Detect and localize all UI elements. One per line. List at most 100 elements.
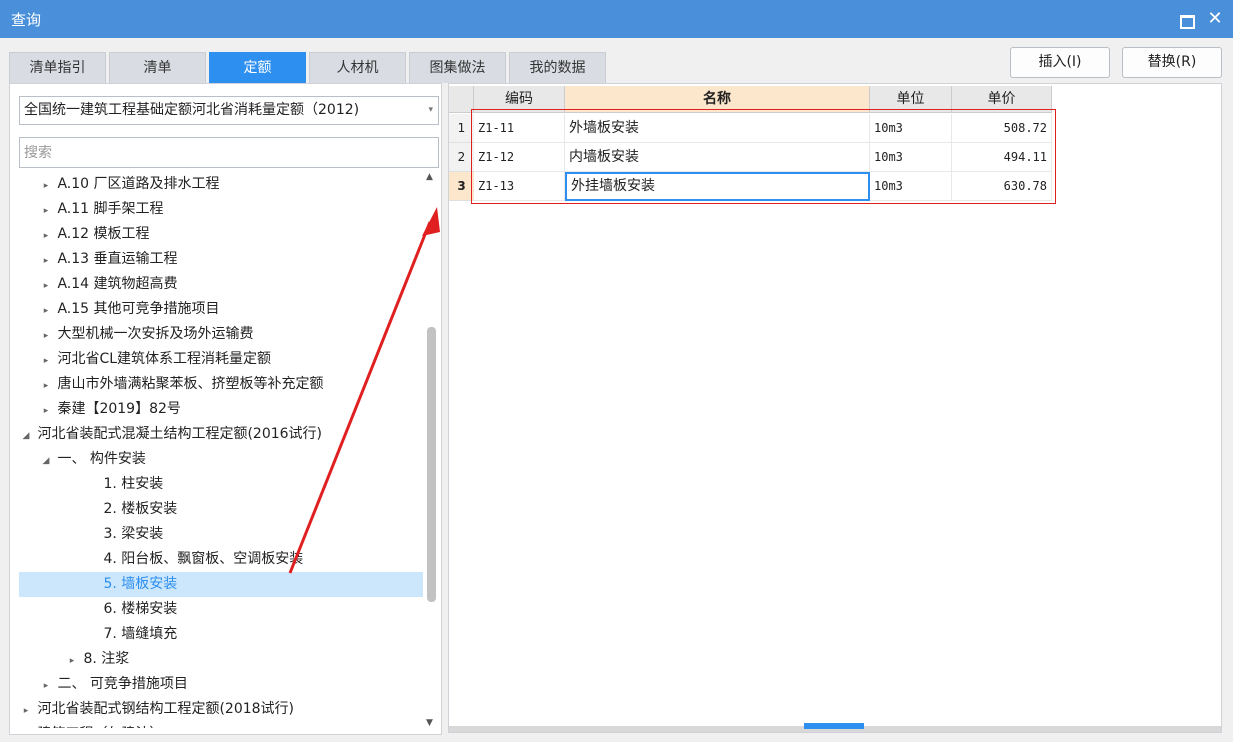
tree-item-label: 河北省装配式钢结构工程定额(2018试行) (37, 701, 295, 717)
col-header-price[interactable]: 单价 (952, 86, 1052, 113)
cell-name-focused[interactable]: 外挂墙板安装 (565, 172, 870, 201)
expand-toggle-icon[interactable]: ▸ (39, 674, 53, 699)
row-number[interactable]: 1 (449, 114, 474, 143)
tab-my-data[interactable]: 我的数据 (509, 52, 606, 83)
tree-item[interactable]: ▸ 8. 注浆 (19, 647, 423, 672)
tree-item-label: 秦建【2019】82号 (57, 401, 181, 417)
tree-item[interactable]: ▸ 大型机械一次安拆及场外运输费 (19, 322, 423, 347)
col-header-code[interactable]: 编码 (474, 86, 565, 113)
close-icon[interactable]: ✕ (1205, 9, 1225, 29)
tree-item[interactable]: ▸ 河北省CL建筑体系工程消耗量定额 (19, 347, 423, 372)
search-input[interactable] (19, 137, 439, 168)
results-table: 编码 名称 单位 单价 1 Z1-11 外墙板安装 10m3 508.72 2 … (448, 83, 1222, 733)
tree-item[interactable]: 建筑工程（仁建法） (19, 722, 423, 728)
col-header-name[interactable]: 名称 (565, 86, 870, 113)
tree-item-label: 河北省装配式混凝土结构工程定额(2016试行) (37, 426, 323, 442)
maximize-icon[interactable] (1176, 9, 1196, 29)
tree-item[interactable]: 6. 楼梯安装 (19, 597, 423, 622)
tree-item-label: A.10 厂区道路及排水工程 (57, 176, 220, 192)
hscroll-handle[interactable] (804, 723, 864, 729)
tree-item-label: 7. 墙缝填充 (103, 626, 178, 642)
scroll-thumb[interactable] (427, 327, 436, 602)
expand-toggle-icon[interactable]: ▸ (39, 174, 53, 199)
tree-item-label: 2. 楼板安装 (103, 501, 178, 517)
expand-toggle-icon[interactable]: ◢ (39, 449, 53, 474)
chevron-down-icon[interactable]: ▾ (428, 97, 433, 124)
cell-name[interactable]: 内墙板安装 (565, 143, 870, 172)
replace-button[interactable]: 替换(R) (1122, 47, 1222, 78)
tree-item-label: 建筑工程（仁建法） (37, 726, 163, 728)
tab-quota[interactable]: 定额 (209, 52, 306, 83)
tree-item[interactable]: 4. 阳台板、飘窗板、空调板安装 (19, 547, 423, 572)
expand-toggle-icon[interactable]: ▸ (39, 299, 53, 324)
row-number[interactable]: 3 (449, 172, 474, 201)
tree-item-label: 唐山市外墙满粘聚苯板、挤塑板等补充定额 (57, 376, 324, 392)
tree-item[interactable]: ◢ 河北省装配式混凝土结构工程定额(2016试行) (19, 422, 423, 447)
library-select-value: 全国统一建筑工程基础定额河北省消耗量定额（2012) (24, 102, 360, 118)
tree-item[interactable]: ▸ 唐山市外墙满粘聚苯板、挤塑板等补充定额 (19, 372, 423, 397)
cell-unit[interactable]: 10m3 (870, 143, 952, 172)
cell-name[interactable]: 外墙板安装 (565, 114, 870, 143)
col-header-unit[interactable]: 单位 (870, 86, 952, 113)
expand-toggle-icon[interactable]: ▸ (39, 349, 53, 374)
title-bar: 查询 ✕ (0, 0, 1233, 38)
tree-item[interactable]: 1. 柱安装 (19, 472, 423, 497)
cell-unit[interactable]: 10m3 (870, 172, 952, 201)
tree-item-label: A.12 模板工程 (57, 226, 150, 242)
tree-item[interactable]: 7. 墙缝填充 (19, 622, 423, 647)
tree-item[interactable]: 2. 楼板安装 (19, 497, 423, 522)
expand-toggle-icon[interactable]: ▸ (39, 249, 53, 274)
cell-code[interactable]: Z1-12 (474, 143, 565, 172)
insert-button[interactable]: 插入(I) (1010, 47, 1110, 78)
tree-item-label: 4. 阳台板、飘窗板、空调板安装 (103, 551, 304, 567)
tree-item[interactable]: ▸ A.13 垂直运输工程 (19, 247, 423, 272)
expand-toggle-icon[interactable]: ▸ (39, 374, 53, 399)
tab-bill-guide[interactable]: 清单指引 (9, 52, 106, 83)
expand-toggle-icon[interactable]: ▸ (39, 224, 53, 249)
tree-item[interactable]: ▸ A.14 建筑物超高费 (19, 272, 423, 297)
cell-code[interactable]: Z1-11 (474, 114, 565, 143)
tree-scrollbar[interactable]: ▲ ▼ (424, 172, 438, 728)
tree-item-label: 8. 注浆 (83, 651, 130, 667)
tree-item-label: 河北省CL建筑体系工程消耗量定额 (57, 351, 272, 367)
tree-item[interactable]: ▸ 二、 可竞争措施项目 (19, 672, 423, 697)
row-number[interactable]: 2 (449, 143, 474, 172)
tree-item-label: 1. 柱安装 (103, 476, 164, 492)
scroll-down-icon[interactable]: ▼ (426, 718, 433, 728)
tab-labor-material[interactable]: 人材机 (309, 52, 406, 83)
tree-item-label: 一、 构件安装 (57, 451, 146, 467)
tree-item-label: 二、 可竞争措施项目 (57, 676, 188, 692)
tree-item[interactable]: ▸ A.15 其他可竞争措施项目 (19, 297, 423, 322)
cell-price[interactable]: 508.72 (952, 114, 1052, 143)
expand-toggle-icon[interactable]: ▸ (39, 199, 53, 224)
tree-item[interactable]: 3. 梁安装 (19, 522, 423, 547)
scroll-up-icon[interactable]: ▲ (426, 172, 433, 182)
tree-item-label: A.11 脚手架工程 (57, 201, 164, 217)
cell-unit[interactable]: 10m3 (870, 114, 952, 143)
cell-price[interactable]: 630.78 (952, 172, 1052, 201)
expand-toggle-icon[interactable]: ▸ (39, 399, 53, 424)
tree-item[interactable]: ▸ 河北省装配式钢结构工程定额(2018试行) (19, 697, 423, 722)
tree-item[interactable]: ▸ A.10 厂区道路及排水工程 (19, 172, 423, 197)
cell-code[interactable]: Z1-13 (474, 172, 565, 201)
tree-item-label: 6. 楼梯安装 (103, 601, 178, 617)
tab-atlas-method[interactable]: 图集做法 (409, 52, 506, 83)
row-number-header (449, 86, 474, 113)
table-hscrollbar[interactable] (449, 723, 1221, 732)
expand-toggle-icon[interactable]: ▸ (19, 699, 33, 724)
library-select[interactable]: 全国统一建筑工程基础定额河北省消耗量定额（2012) ▾ (19, 96, 439, 125)
tree-item-label: 大型机械一次安拆及场外运输费 (57, 326, 254, 342)
tree-item-label: 5. 墙板安装 (103, 576, 178, 592)
cell-price[interactable]: 494.11 (952, 143, 1052, 172)
tab-bill[interactable]: 清单 (109, 52, 206, 83)
expand-toggle-icon[interactable]: ◢ (19, 424, 33, 449)
tree-item[interactable]: 5. 墙板安装 (19, 572, 423, 597)
expand-toggle-icon[interactable]: ▸ (65, 649, 79, 674)
tree-item[interactable]: ◢ 一、 构件安装 (19, 447, 423, 472)
tree-item[interactable]: ▸ A.11 脚手架工程 (19, 197, 423, 222)
expand-toggle-icon[interactable]: ▸ (39, 274, 53, 299)
tree-item[interactable]: ▸ A.12 模板工程 (19, 222, 423, 247)
tree-item-label: A.13 垂直运输工程 (57, 251, 178, 267)
tree-item[interactable]: ▸ 秦建【2019】82号 (19, 397, 423, 422)
expand-toggle-icon[interactable]: ▸ (39, 324, 53, 349)
